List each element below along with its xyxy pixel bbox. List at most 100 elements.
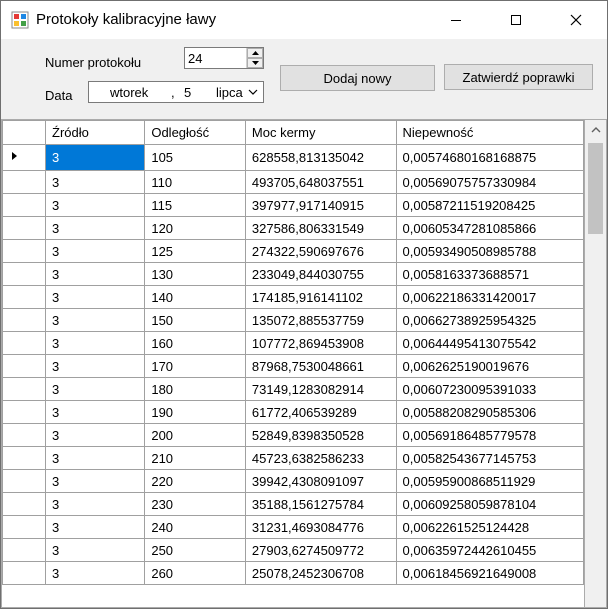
cell-distance[interactable]: 190 [144,400,246,424]
cell-source[interactable]: 3 [44,285,146,309]
cell-uncertainty[interactable]: 0,00662738925954325 [395,308,584,332]
cell-source[interactable]: 3 [44,331,146,355]
add-new-button[interactable]: Dodaj nowy [280,65,435,91]
protocol-number-stepper[interactable]: 24 [184,47,264,69]
cell-uncertainty[interactable]: 0,00593490508985788 [395,239,584,263]
column-header-distance[interactable]: Odległość [144,120,246,145]
cell-uncertainty[interactable]: 0,0058163373688571 [395,262,584,286]
cell-distance[interactable]: 115 [144,193,246,217]
cell-uncertainty[interactable]: 0,00569075757330984 [395,170,584,194]
cell-uncertainty[interactable]: 0,00622186331420017 [395,285,584,309]
row-header-cell[interactable] [2,331,46,355]
row-header-cell[interactable] [2,262,46,286]
row-header-cell[interactable] [2,423,46,447]
row-header-cell[interactable] [2,515,46,539]
cell-distance[interactable]: 125 [144,239,246,263]
table-row[interactable]: 3 150 135072,885537759 0,00662738925954325 [2,308,584,332]
cell-source[interactable]: 3 [44,308,146,332]
cell-distance[interactable]: 140 [144,285,246,309]
cell-uncertainty[interactable]: 0,00587211519208425 [395,193,584,217]
cell-kerma-rate[interactable]: 35188,1561275784 [244,492,397,516]
cell-uncertainty[interactable]: 0,00607230095391033 [395,377,584,401]
row-header-cell[interactable] [2,469,46,493]
date-weekday[interactable]: wtorek [110,85,148,100]
cell-uncertainty[interactable]: 0,0062261525124428 [395,515,584,539]
cell-distance[interactable]: 220 [144,469,246,493]
cell-source[interactable]: 3 [44,216,146,240]
cell-kerma-rate[interactable]: 493705,648037551 [244,170,397,194]
table-row[interactable]: 3 230 35188,1561275784 0,00609258059878104 [2,492,584,516]
cell-source[interactable]: 3 [44,400,146,424]
stepper-up-button[interactable] [247,48,263,58]
cell-uncertainty[interactable]: 0,00588208290585306 [395,400,584,424]
table-row[interactable]: 3 120 327586,806331549 0,00605347281085866 [2,216,584,240]
date-picker[interactable]: wtorek , 5 lipca [88,81,264,103]
column-header-uncertainty[interactable]: Niepewność [395,120,584,145]
cell-source[interactable]: 3 [44,377,146,401]
cell-kerma-rate[interactable]: 31231,4693084776 [244,515,397,539]
cell-distance[interactable]: 230 [144,492,246,516]
vertical-scrollbar[interactable] [585,120,606,607]
cell-distance[interactable]: 160 [144,331,246,355]
cell-distance[interactable]: 105 [144,144,246,171]
row-header-cell[interactable] [2,193,46,217]
stepper-down-button[interactable] [247,58,263,68]
table-row[interactable]: 3 220 39942,4308091097 0,00595900868511929 [2,469,584,493]
scroll-up-button[interactable] [585,120,606,140]
row-header-cell[interactable] [2,144,46,171]
cell-distance[interactable]: 200 [144,423,246,447]
cell-distance[interactable]: 250 [144,538,246,562]
cell-source[interactable]: 3 [44,538,146,562]
table-row[interactable]: 3 125 274322,590697676 0,00593490508985788 [2,239,584,263]
cell-kerma-rate[interactable]: 397977,917140915 [244,193,397,217]
date-dropdown-button[interactable] [243,82,263,102]
cell-uncertainty[interactable]: 0,00595900868511929 [395,469,584,493]
cell-kerma-rate[interactable]: 45723,6382586233 [244,446,397,470]
cell-source[interactable]: 3 [44,144,146,171]
cell-kerma-rate[interactable]: 25078,2452306708 [244,561,397,585]
cell-kerma-rate[interactable]: 61772,406539289 [244,400,397,424]
table-row[interactable]: 3 130 233049,844030755 0,0058163373688571 [2,262,584,286]
data-grid[interactable]: Źródło Odległość Moc kermy Niepewność 31… [1,119,607,608]
cell-kerma-rate[interactable]: 628558,813135042 [244,144,397,171]
cell-kerma-rate[interactable]: 174185,916141102 [244,285,397,309]
cell-source[interactable]: 3 [44,469,146,493]
table-row[interactable]: 3 105 628558,813135042 0,00574680168168875 [2,144,584,171]
row-header-cell[interactable] [2,239,46,263]
cell-kerma-rate[interactable]: 107772,869453908 [244,331,397,355]
cell-uncertainty[interactable]: 0,00582543677145753 [395,446,584,470]
cell-kerma-rate[interactable]: 52849,8398350528 [244,423,397,447]
table-row[interactable]: 3 110 493705,648037551 0,00569075757330984 [2,170,584,194]
column-header-source[interactable]: Źródło [44,120,146,145]
scroll-thumb[interactable] [588,143,603,234]
cell-distance[interactable]: 120 [144,216,246,240]
cell-source[interactable]: 3 [44,262,146,286]
cell-uncertainty[interactable]: 0,00605347281085866 [395,216,584,240]
cell-distance[interactable]: 210 [144,446,246,470]
row-header-cell[interactable] [2,308,46,332]
cell-source[interactable]: 3 [44,193,146,217]
cell-kerma-rate[interactable]: 135072,885537759 [244,308,397,332]
cell-source[interactable]: 3 [44,561,146,585]
cell-uncertainty[interactable]: 0,00609258059878104 [395,492,584,516]
cell-source[interactable]: 3 [44,423,146,447]
cell-source[interactable]: 3 [44,492,146,516]
cell-uncertainty[interactable]: 0,00574680168168875 [395,144,584,171]
cell-source[interactable]: 3 [44,515,146,539]
cell-distance[interactable]: 180 [144,377,246,401]
table-row[interactable]: 3 200 52849,8398350528 0,00569186485779578 [2,423,584,447]
cell-uncertainty[interactable]: 0,00635972442610455 [395,538,584,562]
cell-kerma-rate[interactable]: 87968,7530048661 [244,354,397,378]
cell-kerma-rate[interactable]: 327586,806331549 [244,216,397,240]
table-row[interactable]: 3 210 45723,6382586233 0,00582543677145753 [2,446,584,470]
cell-distance[interactable]: 240 [144,515,246,539]
cell-distance[interactable]: 170 [144,354,246,378]
maximize-button[interactable] [486,1,546,39]
cell-distance[interactable]: 150 [144,308,246,332]
cell-kerma-rate[interactable]: 39942,4308091097 [244,469,397,493]
table-row[interactable]: 3 180 73149,1283082914 0,00607230095391033 [2,377,584,401]
cell-uncertainty[interactable]: 0,00644495413075542 [395,331,584,355]
table-row[interactable]: 3 190 61772,406539289 0,00588208290585306 [2,400,584,424]
row-header-cell[interactable] [2,354,46,378]
cell-kerma-rate[interactable]: 233049,844030755 [244,262,397,286]
